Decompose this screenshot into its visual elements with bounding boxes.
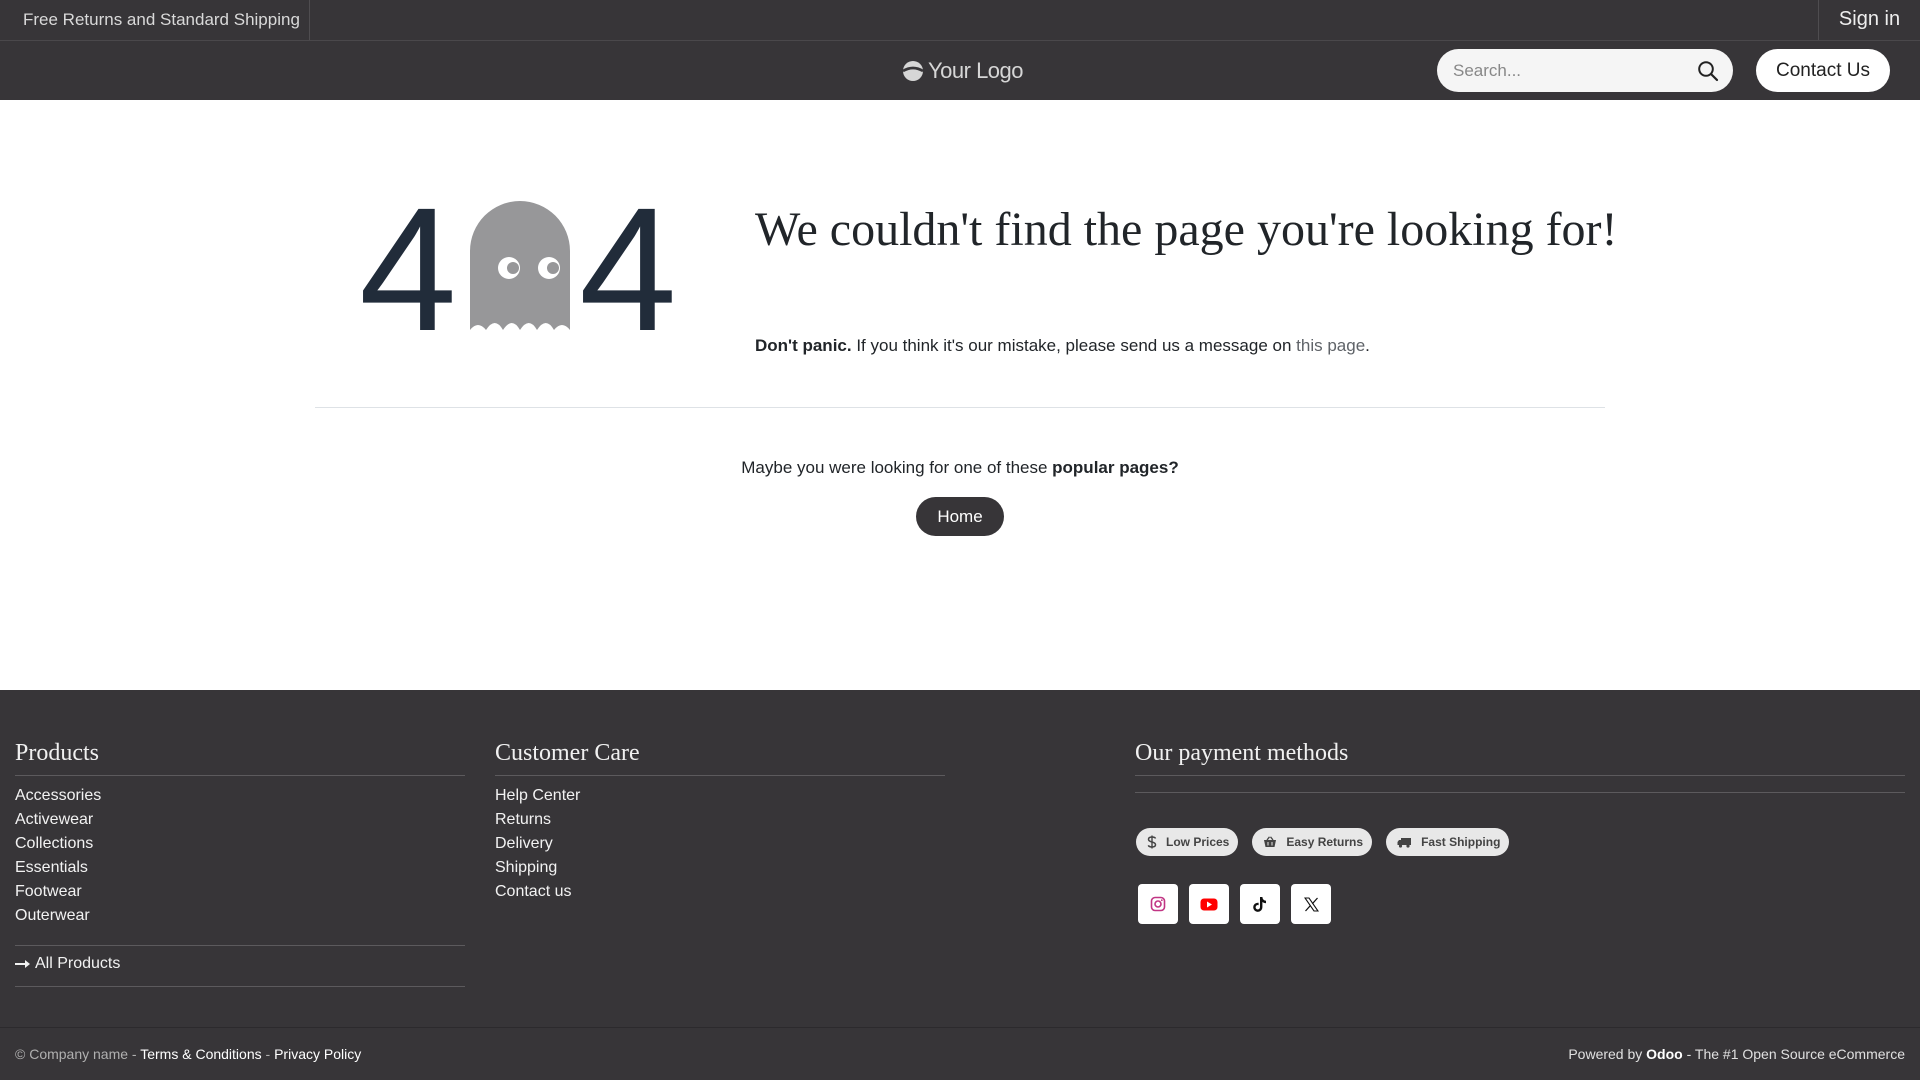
copyright-sep: - (261, 1046, 275, 1062)
popular-bold: popular pages? (1052, 458, 1179, 477)
instagram-icon (1150, 896, 1166, 912)
products-links: Accessories Activewear Collections Essen… (15, 784, 101, 928)
section-divider (315, 407, 1605, 408)
error-message-text: If you think it's our mistake, please se… (851, 336, 1297, 355)
payment-second-line (1135, 792, 1905, 793)
copyright-text: © Company name - (15, 1046, 141, 1062)
arrow-right-icon (15, 960, 30, 968)
error-404-graphic: 4 4 (359, 196, 677, 346)
error-digit-right: 4 (579, 196, 677, 346)
footer-link-shipping[interactable]: Shipping (495, 856, 580, 880)
tiktok-icon (1253, 896, 1266, 912)
powered-suffix: - The #1 Open Source eCommerce (1682, 1046, 1905, 1062)
social-links (1138, 884, 1331, 924)
powered-prefix: Powered by (1568, 1046, 1647, 1062)
popular-pages-text: Maybe you were looking for one of these … (0, 458, 1920, 478)
badge-fast-shipping: Fast Shipping (1386, 828, 1510, 856)
youtube-link[interactable] (1189, 884, 1229, 924)
tiktok-link[interactable] (1240, 884, 1280, 924)
site-logo[interactable]: Your Logo (902, 56, 1024, 86)
badge-low-prices: Low Prices (1136, 828, 1239, 856)
youtube-icon (1200, 898, 1218, 910)
footer-link-contact-us[interactable]: Contact us (495, 880, 580, 904)
customer-care-heading-line (495, 775, 945, 776)
home-button[interactable]: Home (916, 497, 1004, 536)
footer-link-collections[interactable]: Collections (15, 832, 101, 856)
powered-by: Powered by Odoo - The #1 Open Source eCo… (1568, 1046, 1905, 1062)
products-heading: Products (15, 740, 99, 766)
footer-link-activewear[interactable]: Activewear (15, 808, 101, 832)
contact-page-link[interactable]: this page (1296, 336, 1365, 355)
logo-mark-icon (902, 61, 924, 81)
all-products-top-line (15, 945, 465, 946)
footer-link-accessories[interactable]: Accessories (15, 784, 101, 808)
footer-link-outerwear[interactable]: Outerwear (15, 904, 101, 928)
truck-icon (1397, 837, 1412, 848)
search-box (1437, 49, 1733, 92)
x-link[interactable] (1291, 884, 1331, 924)
terms-link[interactable]: Terms & Conditions (140, 1046, 261, 1062)
error-digit-left: 4 (359, 196, 457, 346)
bottom-bar: © Company name - Terms & Conditions - Pr… (0, 1027, 1920, 1080)
copyright: © Company name - Terms & Conditions - Pr… (15, 1046, 361, 1062)
payment-heading-line (1135, 775, 1905, 776)
logo-text: Your Logo (928, 58, 1024, 83)
all-products-label: All Products (35, 955, 121, 972)
badge-low-prices-label: Low Prices (1166, 835, 1230, 849)
customer-care-heading: Customer Care (495, 740, 640, 766)
footer-link-delivery[interactable]: Delivery (495, 832, 580, 856)
products-heading-line (15, 775, 465, 776)
badge-easy-returns-label: Easy Returns (1286, 835, 1364, 849)
badge-easy-returns: Easy Returns (1252, 828, 1373, 856)
customer-care-links: Help Center Returns Delivery Shipping Co… (495, 784, 580, 904)
badge-fast-shipping-label: Fast Shipping (1421, 835, 1501, 849)
all-products-bottom-line (15, 986, 465, 987)
top-bar: Free Returns and Standard Shipping Sign … (0, 0, 1920, 41)
header: Your Logo Contact Us (0, 41, 1920, 100)
odoo-link[interactable]: Odoo (1646, 1046, 1683, 1062)
payment-heading: Our payment methods (1135, 740, 1349, 766)
contact-us-button[interactable]: Contact Us (1756, 49, 1890, 92)
search-icon[interactable] (1697, 60, 1719, 82)
x-icon (1303, 896, 1319, 912)
basket-icon (1264, 836, 1277, 847)
footer: Products Accessories Activewear Collecti… (0, 690, 1920, 1027)
all-products-link[interactable]: All Products (15, 955, 120, 973)
ghost-icon (470, 201, 570, 330)
popular-prefix: Maybe you were looking for one of these (741, 458, 1053, 477)
error-message-end: . (1365, 336, 1370, 355)
sign-in-link[interactable]: Sign in (1818, 0, 1920, 40)
error-message: Don't panic. If you think it's our mista… (755, 336, 1370, 356)
dollar-icon (1147, 835, 1157, 849)
error-message-bold: Don't panic. (755, 336, 852, 355)
privacy-link[interactable]: Privacy Policy (274, 1046, 361, 1062)
feature-badges: Low Prices Easy Returns Fast Shipping (1136, 828, 1510, 856)
promo-text: Free Returns and Standard Shipping (0, 0, 310, 40)
error-title: We couldn't find the page you're looking… (755, 203, 1618, 256)
search-input[interactable] (1437, 49, 1687, 92)
footer-link-returns[interactable]: Returns (495, 808, 580, 832)
footer-link-footwear[interactable]: Footwear (15, 880, 101, 904)
footer-link-help-center[interactable]: Help Center (495, 784, 580, 808)
instagram-link[interactable] (1138, 884, 1178, 924)
footer-link-essentials[interactable]: Essentials (15, 856, 101, 880)
